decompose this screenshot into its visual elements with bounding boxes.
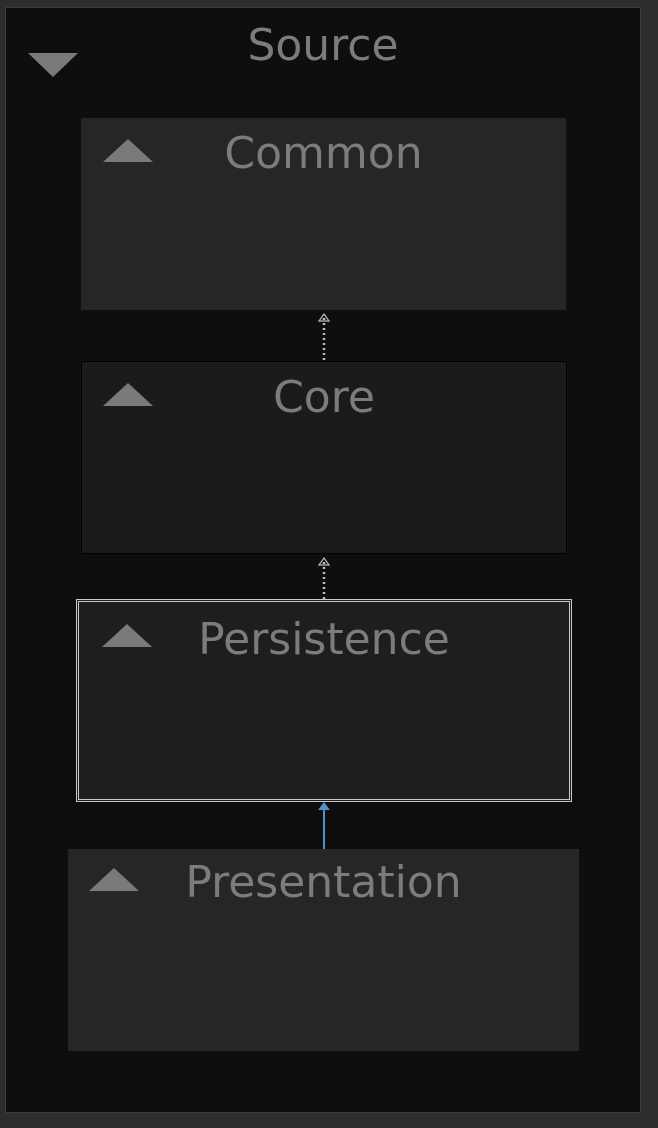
group-title: Source — [247, 20, 399, 71]
node-core[interactable]: Core — [81, 361, 567, 554]
group-source[interactable]: Source Common Core Persistence Presentat… — [5, 7, 641, 1113]
node-label: Presentation — [185, 857, 462, 908]
node-persistence[interactable]: Persistence — [76, 599, 572, 802]
link-persistence-to-core[interactable] — [314, 554, 334, 600]
node-label: Core — [273, 372, 375, 423]
link-core-to-common[interactable] — [314, 310, 334, 362]
node-presentation[interactable]: Presentation — [68, 849, 579, 1051]
node-common[interactable]: Common — [81, 118, 566, 310]
link-presentation-to-persistence[interactable] — [314, 801, 334, 850]
node-label: Persistence — [198, 614, 450, 665]
node-label: Common — [224, 128, 423, 179]
